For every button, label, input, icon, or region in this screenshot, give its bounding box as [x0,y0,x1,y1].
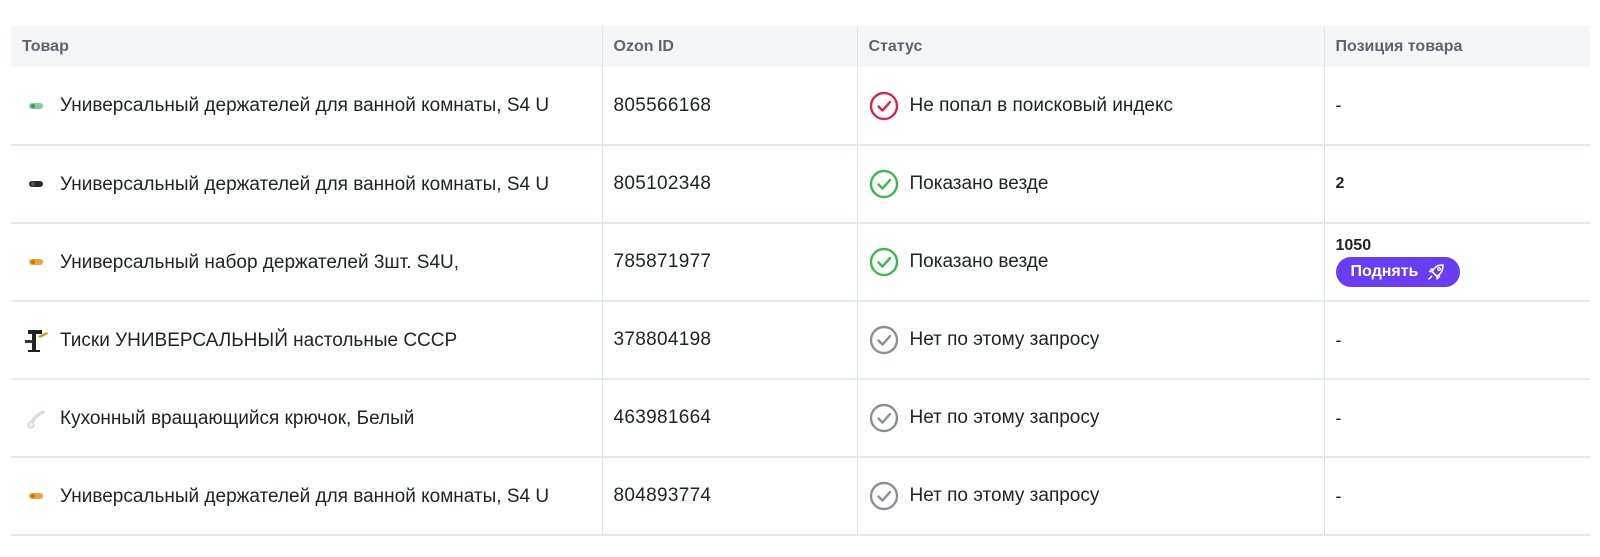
column-header-position[interactable]: Позиция товара [1324,26,1590,67]
position-value: - [1335,95,1342,115]
product-cell: Универсальный держателей для ванной комн… [11,457,603,536]
table-body: Универсальный держателей для ванной комн… [11,67,1590,536]
ozon-id-cell: 378804198 [602,301,858,380]
table-row[interactable]: Кухонный вращающийся крючок, Белый 463981… [11,379,1590,458]
column-header-ozon-id[interactable]: Ozon ID [602,26,858,67]
position-value: 1050 [1335,237,1372,254]
product-cell: Универсальный набор держателей 3шт. S4U, [11,223,603,302]
status-cell: Нет по этому запросу [857,301,1325,380]
position-cell: - [1324,457,1590,536]
product-cell: Кухонный вращающийся крючок, Белый [11,379,603,458]
products-table: Товар Ozon ID Статус Позиция товара Унив… [11,26,1590,536]
column-header-product[interactable]: Товар [11,26,603,67]
table-row[interactable]: Универсальный держателей для ванной комн… [11,457,1590,536]
success-check-icon [869,169,910,199]
position-value: 2 [1335,175,1345,192]
product-thumbnail-icon[interactable] [22,482,50,510]
product-thumbnail-icon[interactable] [22,248,50,276]
product-thumbnail-icon[interactable] [22,404,50,432]
status-text: Нет по этому запросу [909,329,1100,350]
product-thumbnail-icon[interactable] [22,92,50,120]
product-cell: Тиски УНИВЕРСАЛЬНЫЙ настольные СССР [11,301,603,380]
status-text: Нет по этому запросу [909,407,1100,428]
ozon-id-cell: 463981664 [602,379,858,458]
ozon-id-cell: 805102348 [602,145,858,224]
product-name-link[interactable]: Универсальный держателей для ванной комн… [60,484,557,509]
product-name-link[interactable]: Тиски УНИВЕРСАЛЬНЫЙ настольные СССР [60,328,465,353]
status-cell: Нет по этому запросу [857,457,1325,536]
neutral-check-icon [869,481,910,511]
products-table-container: Товар Ozon ID Статус Позиция товара Унив… [11,26,1590,536]
position-cell: 2 [1324,145,1590,224]
ozon-id-cell: 804893774 [602,457,858,536]
position-cell: - [1324,379,1590,458]
column-header-status[interactable]: Статус [857,26,1325,67]
neutral-check-icon [869,403,910,433]
position-cell: - [1324,67,1590,146]
product-name-link[interactable]: Универсальный держателей для ванной комн… [60,93,557,118]
neutral-check-icon [869,325,910,355]
status-cell: Не попал в поисковый индекс [857,67,1325,146]
status-cell: Показано везде [857,145,1325,224]
product-thumbnail-icon[interactable] [22,326,50,354]
status-text: Показано везде [909,251,1049,272]
raise-button-label: Поднять [1350,263,1419,280]
status-cell: Показано везде [857,223,1325,302]
error-check-icon [869,91,910,121]
raise-button[interactable]: Поднять [1335,257,1461,287]
success-check-icon [869,247,910,277]
product-name-link[interactable]: Универсальный держателей для ванной комн… [60,172,557,197]
status-text: Не попал в поисковый индекс [909,94,1174,116]
table-header: Товар Ozon ID Статус Позиция товара [11,26,1590,67]
product-thumbnail-icon[interactable] [22,170,50,198]
table-row[interactable]: Универсальный набор держателей 3шт. S4U,… [11,223,1590,302]
table-row[interactable]: Универсальный держателей для ванной комн… [11,145,1590,224]
product-name-link[interactable]: Кухонный вращающийся крючок, Белый [60,406,422,431]
ozon-id-cell: 805566168 [602,67,858,146]
position-value: - [1335,407,1342,428]
table-row[interactable]: Тиски УНИВЕРСАЛЬНЫЙ настольные СССР 37880… [11,301,1590,380]
status-cell: Нет по этому запросу [857,379,1325,458]
status-text: Нет по этому запросу [909,485,1100,506]
ozon-id-cell: 785871977 [602,223,858,302]
product-name-link[interactable]: Универсальный набор держателей 3шт. S4U, [60,250,467,275]
position-value: - [1335,485,1342,506]
product-cell: Универсальный держателей для ванной комн… [11,67,603,146]
rocket-icon [1418,262,1446,282]
position-value: - [1335,329,1342,350]
position-cell: - [1324,301,1590,380]
product-cell: Универсальный держателей для ванной комн… [11,145,603,224]
status-text: Показано везде [909,173,1049,194]
table-row[interactable]: Универсальный держателей для ванной комн… [11,67,1590,146]
position-cell: 1050 Поднять [1324,223,1590,302]
